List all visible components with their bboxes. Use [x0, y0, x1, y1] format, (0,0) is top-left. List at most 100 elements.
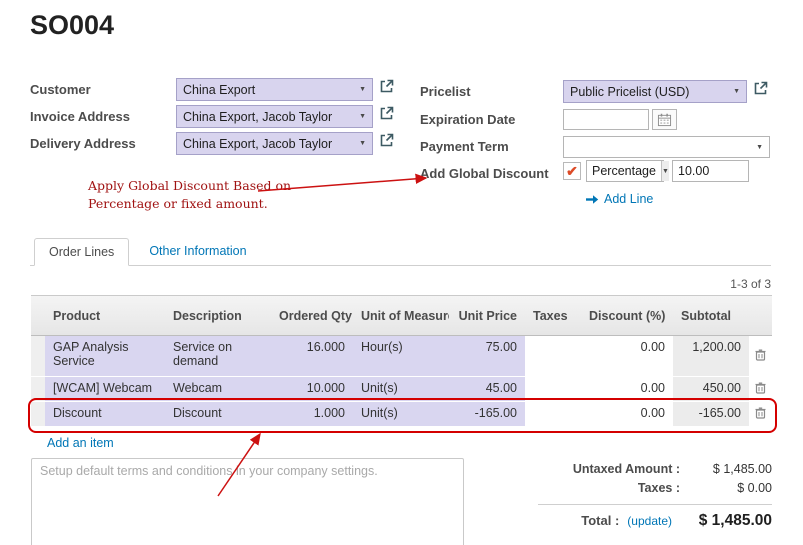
cell-unit-of-measure: Unit(s)	[353, 402, 449, 427]
column-header-product: Product	[45, 295, 165, 336]
cell-subtotal: 1,200.00	[673, 336, 749, 377]
cell-unit-of-measure: Unit(s)	[353, 377, 449, 402]
delivery-address-label: Delivery Address	[30, 136, 136, 151]
delete-row-button[interactable]	[749, 402, 772, 427]
customer-select[interactable]: China Export ▼	[176, 78, 373, 101]
expiration-date-label: Expiration Date	[420, 112, 515, 127]
column-header-delete	[749, 295, 772, 336]
pricelist-value: Public Pricelist (USD)	[570, 85, 729, 99]
taxes-value: $ 0.00	[680, 481, 772, 495]
payment-term-label: Payment Term	[420, 139, 509, 154]
discount-amount-input[interactable]: 10.00	[672, 160, 749, 182]
cell-product: GAP Analysis Service	[45, 336, 165, 377]
cell-discount: 0.00	[581, 336, 673, 377]
chevron-down-icon: ▼	[359, 86, 366, 93]
untaxed-amount-value: $ 1,485.00	[680, 462, 772, 476]
chevron-down-icon: ▼	[359, 113, 366, 120]
customer-label: Customer	[30, 82, 91, 97]
cell-unit-price: -165.00	[449, 402, 525, 427]
cell-ordered-qty: 1.000	[271, 402, 353, 427]
cell-discount: 0.00	[581, 402, 673, 427]
trash-icon	[755, 408, 766, 422]
total-row: Total : (update) $ 1,485.00	[538, 512, 772, 530]
cell-subtotal: -165.00	[673, 402, 749, 427]
delivery-address-external-link-icon[interactable]	[379, 133, 394, 148]
trash-icon	[755, 350, 766, 364]
global-discount-annotation: Apply Global Discount Based on Percentag…	[88, 177, 291, 212]
cell-ordered-qty: 10.000	[271, 377, 353, 402]
pager-status: 1-3 of 3	[730, 277, 771, 291]
delivery-address-value: China Export, Jacob Taylor	[183, 137, 355, 151]
customer-external-link-icon[interactable]	[379, 79, 394, 94]
global-discount-checkbox[interactable]: ✔	[563, 162, 581, 180]
totals-panel: Untaxed Amount : $ 1,485.00 Taxes : $ 0.…	[538, 462, 772, 530]
order-line-row[interactable]: [WCAM] Webcam Webcam 10.000 Unit(s) 45.0…	[31, 377, 772, 402]
add-an-item-link[interactable]: Add an item	[47, 436, 114, 450]
cell-subtotal: 450.00	[673, 377, 749, 402]
column-header-handle	[31, 295, 45, 336]
column-header-taxes: Taxes	[525, 295, 581, 336]
chevron-down-icon: ▼	[662, 168, 669, 175]
sale-order-page: SO004 Customer China Export ▼ Invoice Ad…	[0, 0, 803, 545]
calendar-button[interactable]	[652, 109, 677, 130]
order-line-row[interactable]: GAP Analysis Service Service on demand 1…	[31, 336, 772, 377]
chevron-down-icon: ▼	[359, 140, 366, 147]
tab-label: Other Information	[149, 244, 246, 258]
terms-conditions-textarea[interactable]: Setup default terms and conditions in yo…	[31, 458, 464, 545]
column-header-discount: Discount (%)	[581, 295, 673, 336]
cell-unit-price: 75.00	[449, 336, 525, 377]
cell-product: Discount	[45, 402, 165, 427]
invoice-address-label: Invoice Address	[30, 109, 130, 124]
column-header-description: Description	[165, 295, 271, 336]
cell-description: Discount	[165, 402, 271, 427]
invoice-address-external-link-icon[interactable]	[379, 106, 394, 121]
chevron-down-icon: ▼	[733, 88, 740, 95]
total-value: $ 1,485.00	[672, 512, 772, 530]
cell-product: [WCAM] Webcam	[45, 377, 165, 402]
discount-type-select[interactable]: Percentage ▼	[586, 160, 664, 182]
pricelist-label: Pricelist	[420, 84, 471, 99]
pricelist-select[interactable]: Public Pricelist (USD) ▼	[563, 80, 747, 103]
taxes-row: Taxes : $ 0.00	[538, 481, 772, 495]
tab-bar: Order Lines Other Information	[30, 237, 771, 266]
add-line-label: Add Line	[604, 192, 653, 206]
cell-taxes	[525, 402, 581, 427]
tab-other-information[interactable]: Other Information	[135, 237, 260, 265]
invoice-address-value: China Export, Jacob Taylor	[183, 110, 355, 124]
add-line-link[interactable]: Add Line	[585, 192, 653, 206]
cell-ordered-qty: 16.000	[271, 336, 353, 377]
cell-description: Service on demand	[165, 336, 271, 377]
taxes-label: Taxes :	[538, 481, 680, 495]
update-link[interactable]: (update)	[627, 514, 672, 528]
table-header-row: Product Description Ordered Qty Unit of …	[31, 295, 772, 336]
totals-divider	[538, 504, 772, 505]
calendar-icon	[657, 113, 672, 127]
expiration-date-input[interactable]	[563, 109, 649, 130]
cell-taxes	[525, 377, 581, 402]
dropdown-button[interactable]: ▼	[661, 161, 669, 181]
tab-order-lines[interactable]: Order Lines	[34, 238, 129, 266]
discount-type-value: Percentage	[587, 161, 661, 181]
invoice-address-select[interactable]: China Export, Jacob Taylor ▼	[176, 105, 373, 128]
column-header-unit-of-measure: Unit of Measure	[353, 295, 449, 336]
untaxed-amount-row: Untaxed Amount : $ 1,485.00	[538, 462, 772, 476]
delete-row-button[interactable]	[749, 377, 772, 402]
chevron-down-icon: ▼	[756, 144, 763, 151]
cell-taxes	[525, 336, 581, 377]
delivery-address-select[interactable]: China Export, Jacob Taylor ▼	[176, 132, 373, 155]
check-icon: ✔	[566, 164, 578, 178]
page-title: SO004	[30, 10, 114, 41]
untaxed-amount-label: Untaxed Amount :	[538, 462, 680, 476]
cell-unit-of-measure: Hour(s)	[353, 336, 449, 377]
pricelist-external-link-icon[interactable]	[753, 81, 768, 96]
row-handle-cell	[31, 377, 45, 402]
tab-label: Order Lines	[49, 245, 114, 259]
payment-term-select[interactable]: ▼	[563, 136, 770, 158]
column-header-unit-price: Unit Price	[449, 295, 525, 336]
row-handle-cell	[31, 402, 45, 427]
delete-row-button[interactable]	[749, 336, 772, 377]
customer-value: China Export	[183, 83, 355, 97]
order-line-row-discount[interactable]: Discount Discount 1.000 Unit(s) -165.00 …	[31, 402, 772, 427]
total-label: Total :	[581, 513, 619, 528]
arrow-right-icon	[585, 194, 599, 205]
